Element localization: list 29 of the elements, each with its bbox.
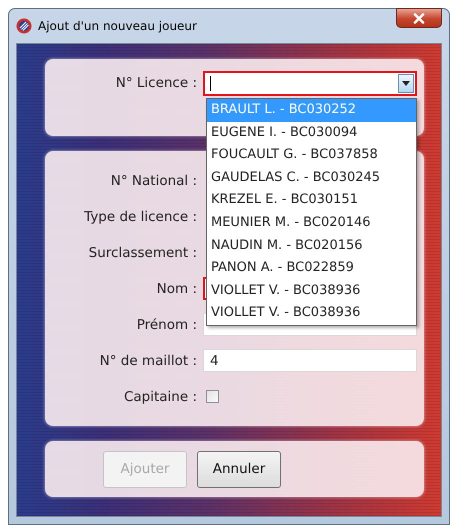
checkbox[interactable] (206, 390, 219, 403)
dropdown-option[interactable]: PANON A. - BC022859 (207, 257, 416, 280)
field-label: N° Licence : (114, 74, 197, 93)
field-label: Surclassement : (88, 244, 197, 260)
field-value: 4 (210, 352, 219, 368)
field-label: Capitaine : (122, 388, 197, 404)
field-label: N° de maillot : (98, 352, 197, 368)
dropdown-option[interactable]: EUGENE I. - BC030094 (207, 122, 416, 144)
dropdown-option[interactable]: KREZEL E. - BC030151 (207, 189, 416, 212)
caret-icon (402, 81, 410, 86)
window-title: Ajout d'un nouveau joueur (38, 19, 197, 33)
licence-combobox[interactable] (203, 71, 417, 96)
cancel-button[interactable]: Annuler (197, 450, 281, 488)
dropdown-option[interactable]: VIOLLET V. - BC038936 (207, 280, 416, 302)
field-label: Type de licence : (83, 208, 197, 224)
close-button[interactable] (396, 8, 442, 28)
dropdown-option[interactable]: NAUDIN M. - BC020156 (207, 234, 416, 258)
field-label: Nom : (156, 280, 197, 296)
dropdown-option[interactable]: MEUNIER M. - BC020146 (207, 212, 416, 235)
dropdown-option[interactable]: VIOLLET V. - BC038936 (207, 302, 416, 325)
field-label: N° National : (110, 172, 197, 188)
close-icon (413, 12, 425, 24)
logo-icon (16, 18, 32, 34)
input-field[interactable]: 4 (203, 349, 417, 372)
text-cursor (210, 76, 211, 91)
dropdown-option[interactable]: FOUCAULT G. - BC037858 (207, 144, 416, 167)
dropdown-option[interactable]: GAUDELAS C. - BC030245 (207, 166, 416, 190)
field-label: Prénom : (136, 316, 197, 332)
dropdown-button[interactable] (398, 74, 414, 93)
